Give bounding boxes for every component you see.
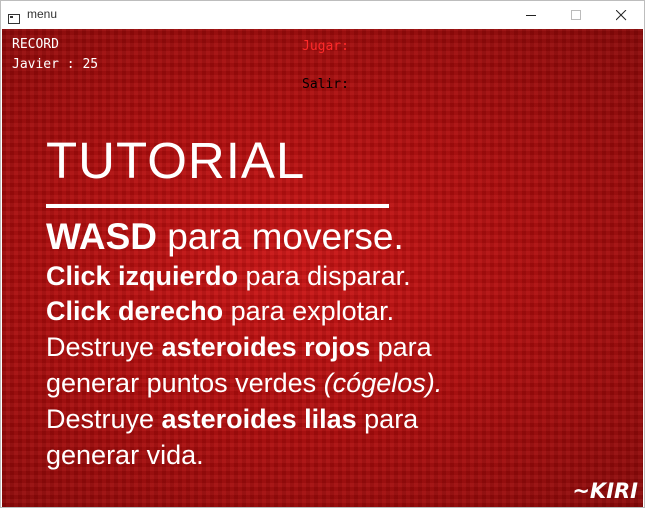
title-bar[interactable]: menu bbox=[1, 1, 644, 29]
tutorial-line-shoot: Click izquierdo para disparar. bbox=[46, 261, 411, 291]
maximize-icon bbox=[571, 10, 581, 20]
window-title: menu bbox=[27, 7, 58, 21]
record-label: RECORD bbox=[12, 37, 59, 52]
menu-option-salir[interactable]: Salir: bbox=[302, 77, 349, 92]
tutorial-line-red-asteroids: Destruye asteroides rojos para bbox=[46, 332, 432, 362]
tutorial-line-green-points: generar puntos verdes (cógelos). bbox=[46, 368, 443, 398]
record-entry: Javier : 25 bbox=[12, 57, 99, 72]
close-icon bbox=[616, 10, 627, 21]
app-icon bbox=[8, 9, 20, 24]
tutorial-line-lilac-asteroids: Destruye asteroides lilas para bbox=[46, 404, 419, 434]
heading-underline bbox=[46, 204, 389, 208]
maximize-button[interactable] bbox=[554, 1, 599, 29]
author-signature: ~KIRI bbox=[572, 479, 638, 503]
menu-option-jugar[interactable]: Jugar: bbox=[302, 39, 349, 54]
tutorial-line-life: generar vida. bbox=[46, 440, 204, 470]
minimize-icon bbox=[526, 15, 536, 16]
game-window: menu RECORD Javier : 25 Jugar: Salir: TU… bbox=[0, 0, 645, 508]
tutorial-heading: TUTORIAL bbox=[46, 132, 306, 189]
tutorial-line-move: WASD para moverse. bbox=[46, 216, 404, 257]
tutorial-line-explode: Click derecho para explotar. bbox=[46, 296, 395, 326]
close-button[interactable] bbox=[599, 1, 644, 29]
minimize-button[interactable] bbox=[509, 1, 554, 29]
game-canvas[interactable]: RECORD Javier : 25 Jugar: Salir: TUTORIA… bbox=[2, 29, 643, 507]
